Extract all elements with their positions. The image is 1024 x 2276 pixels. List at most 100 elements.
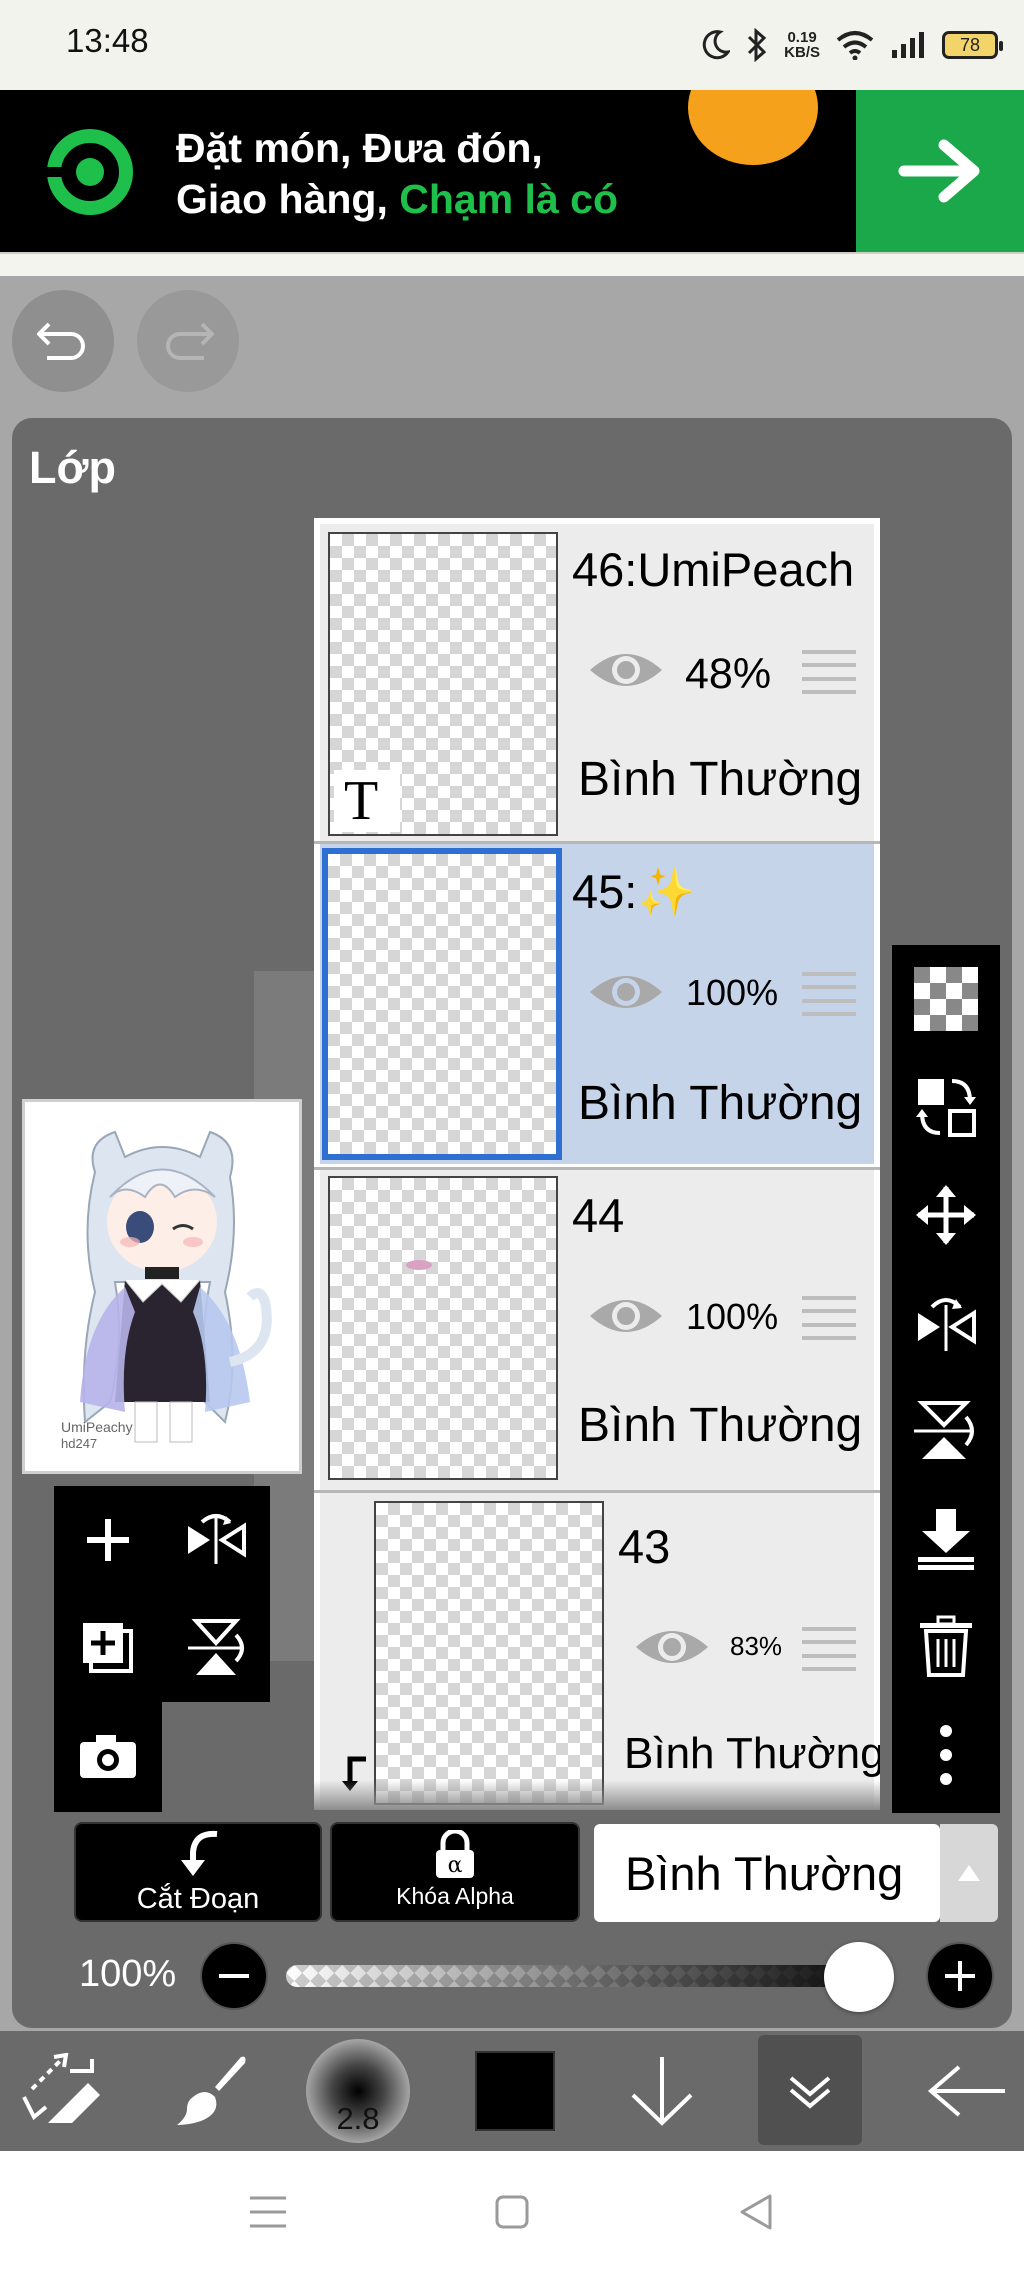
merge-down-icon [918, 1509, 974, 1570]
bottom-toolbar: 2.8 [0, 2031, 1024, 2151]
bluetooth-icon [748, 28, 767, 62]
copy-layer-icon [83, 1623, 133, 1673]
camera-button[interactable] [54, 1702, 162, 1810]
blend-mode-select[interactable]: Bình Thường [594, 1824, 940, 1922]
ad-arrow-button[interactable] [856, 90, 1024, 252]
add-layer-button[interactable] [54, 1486, 162, 1594]
drag-handle-icon[interactable] [802, 972, 856, 1016]
layer-down-button[interactable] [612, 2031, 712, 2151]
ad-headline-1: Đặt món, Đưa đón, [176, 125, 543, 171]
back-nav-icon[interactable] [738, 2193, 774, 2231]
drag-handle-icon[interactable] [802, 1296, 856, 1340]
layer-opacity: 83% [730, 1631, 783, 1661]
move-button[interactable] [892, 1161, 1000, 1269]
layer-item[interactable]: 44 100% Bình Thường [320, 1170, 874, 1490]
clip-arrow-icon [181, 1830, 218, 1876]
layer-item[interactable]: 43 83% Bình Thường [320, 1493, 880, 1810]
brush-tool-button[interactable] [156, 2031, 266, 2151]
eye-icon[interactable] [588, 648, 664, 692]
plus-icon [945, 1961, 975, 1991]
eye-icon[interactable] [588, 1294, 664, 1338]
flip-horizontal-button[interactable] [892, 1269, 1000, 1377]
back-button[interactable] [910, 2031, 1024, 2151]
opacity-decrease-button[interactable] [200, 1942, 268, 2010]
ad-headline-2: Giao hàng, Chạm là có [176, 176, 618, 223]
layer-list[interactable]: T 46:UmiPeach 48% Bình Thường 45:✨ 100% … [314, 518, 880, 1810]
clipping-button[interactable]: Cắt Đoạn [74, 1822, 322, 1922]
layer-item-selected[interactable]: 45:✨ 100% Bình Thường [320, 844, 874, 1164]
swap-icon [916, 1079, 976, 1137]
ad-decoration [688, 90, 818, 165]
flip-horizontal-icon [188, 1514, 246, 1564]
blend-mode-arrow-button[interactable] [940, 1824, 998, 1922]
select-transform-icon [22, 2053, 100, 2123]
layer-opacity: 100% [686, 972, 779, 1013]
alpha-lock-label: Khóa Alpha [396, 1883, 514, 1909]
layer-thumbnail [322, 848, 562, 1160]
speed-value: 0.19 [787, 29, 817, 46]
move-icon [916, 1185, 976, 1245]
brush-size-preview: 2.8 [306, 2039, 410, 2143]
watermark-line2: hd247 [61, 1436, 97, 1451]
layer-blend-mode: Bình Thường [578, 753, 863, 806]
opacity-increase-button[interactable] [926, 1942, 994, 2010]
canvas-preview[interactable]: UmiPeachy hd247 [22, 1099, 302, 1474]
trash-icon [920, 1615, 972, 1677]
status-bar: 13:48 0.19 KB/S 78 [0, 0, 1024, 90]
layer-item[interactable]: T 46:UmiPeach 48% Bình Thường [320, 524, 874, 844]
moon-icon [702, 30, 731, 60]
transform-tool-button[interactable] [0, 2031, 124, 2151]
triangle-up-icon [958, 1865, 980, 1881]
opacity-slider-thumb[interactable] [824, 1942, 894, 2012]
flip-vertical-icon [188, 1619, 244, 1675]
layer-thumbnail: T [328, 532, 558, 836]
layer-name: 45:✨ [572, 865, 696, 918]
more-options-button[interactable] [892, 1701, 1000, 1809]
signal-icon [892, 32, 924, 58]
flip-horizontal-icon [918, 1298, 976, 1351]
swap-layer-button[interactable] [892, 1053, 1000, 1161]
more-vertical-icon [940, 1725, 952, 1785]
layers-button[interactable] [758, 2035, 862, 2145]
alpha-lock-button[interactable]: α Khóa Alpha [330, 1822, 580, 1922]
undo-button[interactable] [12, 290, 114, 392]
layer-blend-mode: Bình Thường [578, 1399, 863, 1452]
delete-layer-button[interactable] [892, 1593, 1000, 1701]
svg-text:α: α [448, 1853, 463, 1878]
redo-icon [166, 322, 214, 360]
right-layer-tools [892, 945, 1000, 1813]
drag-handle-icon[interactable] [802, 650, 856, 694]
home-nav-icon[interactable] [495, 2195, 529, 2229]
color-swatch [475, 2051, 555, 2131]
camera-icon [80, 1735, 136, 1778]
ad-headline-2-highlight: Chạm là có [399, 176, 618, 222]
flip-vertical-layer-button[interactable] [162, 1594, 270, 1702]
layer-name: 46:UmiPeach [572, 543, 855, 596]
watermark-line1: UmiPeachy [61, 1419, 133, 1435]
layer-name: 43 [618, 1520, 671, 1573]
arrow-left-icon [927, 2065, 1005, 2117]
opacity-slider[interactable] [286, 1965, 890, 1987]
flip-vertical-button[interactable] [892, 1377, 1000, 1485]
wifi-icon [836, 31, 874, 60]
brush-size-button[interactable]: 2.8 [300, 2031, 416, 2151]
duplicate-layer-button[interactable] [54, 1594, 162, 1702]
ad-separator [0, 252, 1024, 276]
speed-unit: KB/S [784, 44, 820, 61]
menu-nav-icon[interactable] [248, 2195, 288, 2229]
drag-handle-icon[interactable] [802, 1627, 856, 1671]
transparency-button[interactable] [892, 945, 1000, 1053]
merge-down-button[interactable] [892, 1485, 1000, 1593]
ad-banner[interactable]: Đặt món, Đưa đón, Giao hàng, Chạm là có [0, 90, 1024, 252]
layer-opacity: 48% [685, 650, 772, 698]
opacity-label: 100% [79, 1953, 177, 1995]
layer-thumbnail [328, 1176, 558, 1480]
layer-opacity: 100% [686, 1296, 779, 1337]
eye-icon[interactable] [634, 1625, 710, 1669]
flip-horizontal-layer-button[interactable] [162, 1486, 270, 1594]
undo-icon [37, 322, 85, 360]
eye-icon[interactable] [588, 970, 664, 1014]
redo-button[interactable] [137, 290, 239, 392]
network-speed: 0.19 KB/S [784, 30, 820, 60]
color-button[interactable] [460, 2031, 570, 2151]
